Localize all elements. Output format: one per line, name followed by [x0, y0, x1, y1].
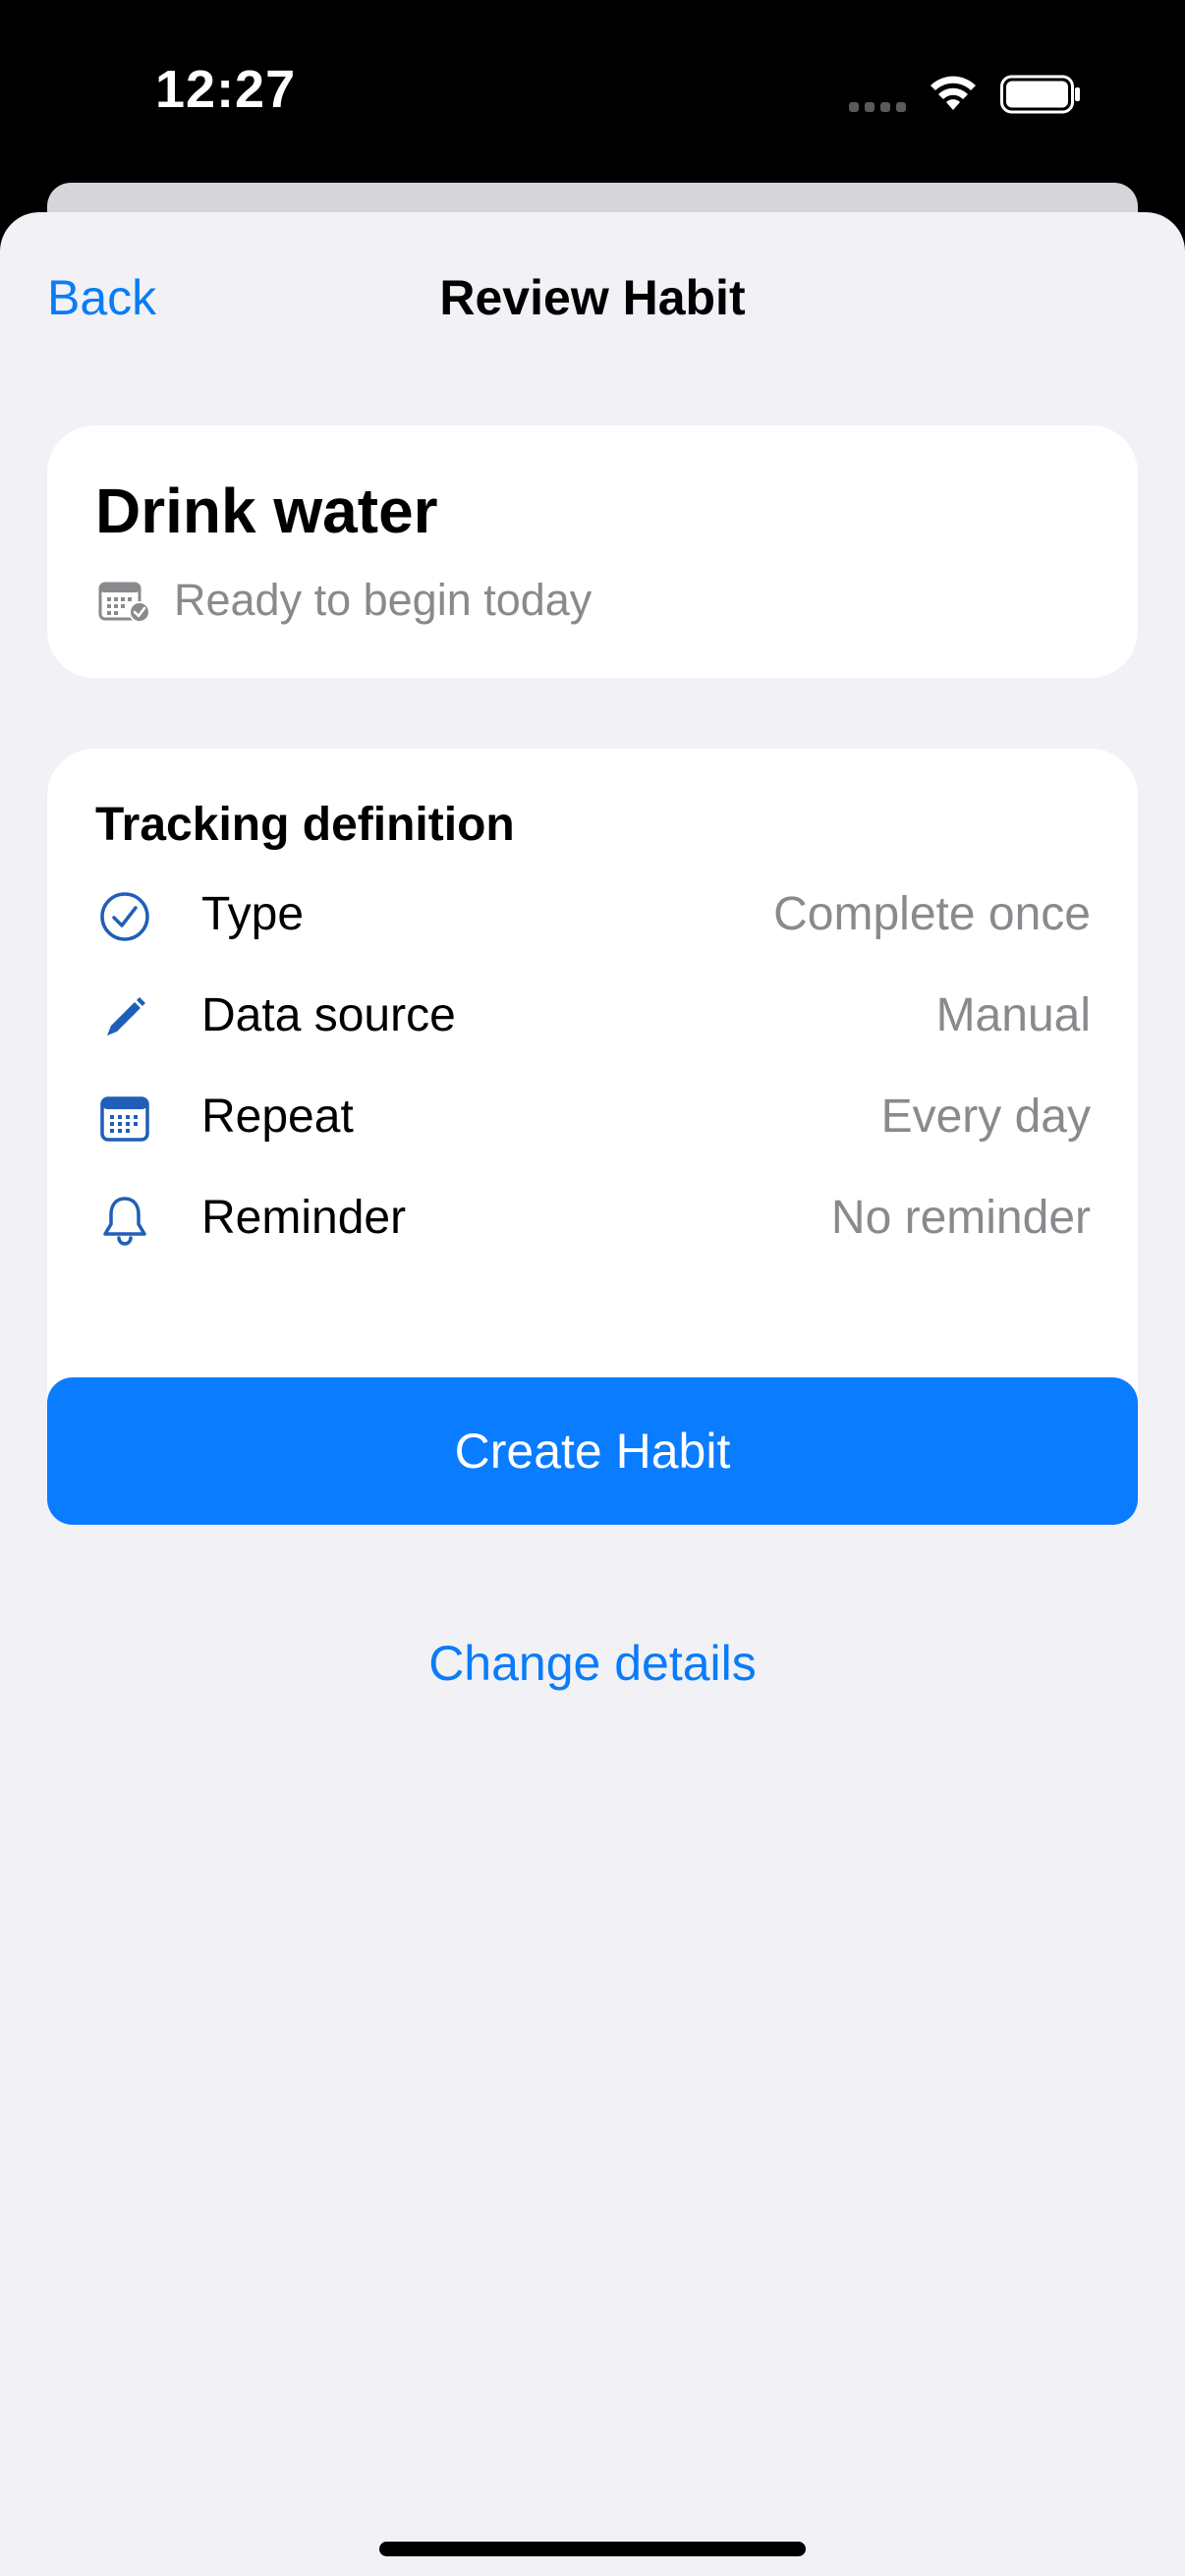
create-habit-button[interactable]: Create Habit [47, 1377, 1138, 1525]
row-label: Data source [201, 989, 456, 1041]
battery-icon [1000, 75, 1080, 114]
calendar-check-icon [98, 582, 150, 623]
review-habit-sheet: Review Habit Back Drink water Ready to b… [0, 212, 1185, 2576]
calendar-icon [100, 1096, 149, 1142]
tracking-row-reminder: Reminder No reminder [47, 1175, 1138, 1263]
tracking-row-type: Type Complete once [47, 871, 1138, 960]
wifi-icon [931, 76, 976, 110]
status-bar: 12:27 [0, 0, 1185, 187]
row-value: Manual [935, 989, 1091, 1041]
pencil-icon [107, 997, 145, 1036]
habit-summary-card: Drink water Ready to begin today [47, 425, 1138, 678]
change-details-button[interactable]: Change details [0, 1635, 1185, 1692]
row-value: No reminder [830, 1192, 1091, 1244]
habit-status-text: Ready to begin today [174, 575, 592, 625]
page-title: Review Habit [439, 270, 746, 325]
tracking-row-repeat: Repeat Every day [47, 1074, 1138, 1162]
status-time: 12:27 [155, 60, 297, 119]
cellular-signal-icon [849, 102, 908, 112]
bell-icon [103, 1197, 146, 1246]
tracking-row-data-source: Data source Manual [47, 973, 1138, 1061]
habit-name: Drink water [95, 476, 438, 546]
back-button[interactable]: Back [47, 269, 156, 326]
row-label: Type [201, 888, 305, 940]
section-title: Tracking definition [95, 799, 515, 851]
row-label: Repeat [201, 1091, 354, 1143]
row-value: Complete once [773, 888, 1091, 940]
home-indicator[interactable] [379, 2542, 806, 2556]
row-label: Reminder [201, 1192, 407, 1244]
checkmark-circle-icon [100, 892, 149, 941]
row-value: Every day [880, 1091, 1091, 1143]
